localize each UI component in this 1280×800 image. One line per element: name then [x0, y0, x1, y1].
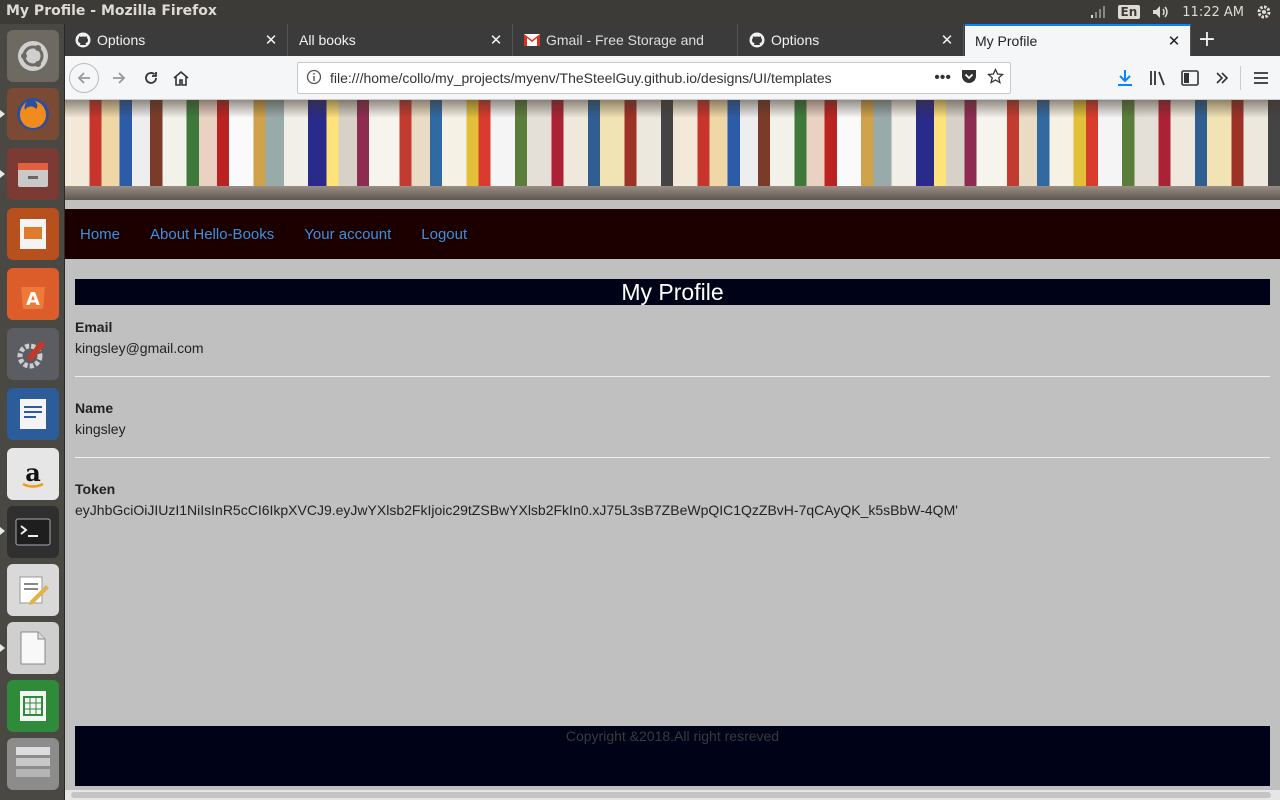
name-value: kingsley — [75, 421, 126, 437]
divider — [75, 457, 1270, 458]
back-button[interactable] — [69, 63, 99, 93]
token-field: Token eyJhbGciOiJIUzI1NiIsInR5cCI6IkpXVC… — [75, 479, 1270, 521]
name-field: Name kingsley — [75, 398, 1270, 440]
new-tab-button[interactable]: + — [1195, 28, 1219, 52]
terminal-icon[interactable] — [7, 506, 59, 558]
tab-all-books[interactable]: All books ✕ — [289, 24, 513, 56]
library-icon — [1150, 71, 1165, 86]
token-label: Token — [75, 481, 116, 497]
nav-link-logout[interactable]: Logout — [421, 226, 467, 243]
forward-button[interactable] — [103, 62, 135, 94]
chevron-double-right-icon — [1216, 72, 1229, 84]
horizontal-scrollbar[interactable] — [65, 790, 1280, 800]
token-value: eyJhbGciOiJIUzI1NiIsInR5cCI6IkpXVCJ9.eyJ… — [75, 502, 958, 518]
ubuntu-dash-icon[interactable] — [7, 30, 59, 82]
nav-link-home[interactable]: Home — [80, 226, 120, 243]
running-indicator — [0, 170, 5, 178]
tab-options-1[interactable]: Options ✕ — [65, 24, 288, 56]
system-top-panel: My Profile - Mozilla Firefox En 11:22 AM — [0, 0, 1280, 24]
svg-text:A: A — [26, 289, 40, 310]
amazon-icon[interactable]: a — [7, 448, 59, 500]
bookshelf-banner-image — [65, 100, 1280, 200]
url-bar[interactable]: file:///home/collo/my_projects/myenv/The… — [297, 62, 1011, 94]
library-button[interactable] — [1142, 62, 1174, 94]
keyboard-language-indicator[interactable]: En — [1117, 5, 1141, 19]
close-tab-icon[interactable]: ✕ — [486, 31, 506, 49]
web-page: Home About Hello-Books Your account Logo… — [65, 100, 1280, 800]
tab-label: All books — [299, 32, 356, 48]
close-tab-icon[interactable]: ✕ — [261, 31, 281, 49]
forward-arrow-icon — [113, 72, 126, 84]
page-title: My Profile — [75, 279, 1270, 305]
close-tab-icon[interactable]: ✕ — [1164, 32, 1184, 50]
banner-bookshelf-right — [672, 100, 1280, 200]
network-icon[interactable] — [1090, 5, 1106, 19]
hamburger-menu-button[interactable] — [1245, 62, 1277, 94]
nav-link-about[interactable]: About Hello-Books — [150, 226, 274, 243]
text-editor-icon[interactable] — [7, 564, 59, 616]
hamburger-menu-icon — [1254, 72, 1268, 84]
writer-icon[interactable] — [7, 388, 59, 440]
navigation-toolbar: file:///home/collo/my_projects/myenv/The… — [65, 56, 1280, 100]
back-arrow-icon — [77, 72, 90, 84]
tab-label: Options — [771, 32, 820, 48]
name-label: Name — [75, 400, 114, 416]
calc-icon[interactable] — [7, 680, 59, 732]
browser-window: Options ✕ All books ✕ Gmail - Free Stora… — [65, 24, 1280, 800]
pocket-icon[interactable] — [961, 69, 977, 87]
file-manager-icon[interactable] — [7, 148, 59, 200]
system-tray: En 11:22 AM — [1090, 0, 1280, 24]
unity-launcher: A a — [0, 24, 65, 800]
download-icon — [1118, 70, 1132, 86]
downloads-button[interactable] — [1109, 62, 1141, 94]
volume-icon[interactable] — [1152, 5, 1170, 19]
nav-link-account[interactable]: Your account — [304, 226, 391, 243]
bookmark-star-icon[interactable] — [986, 67, 1005, 88]
tab-my-profile[interactable]: My Profile ✕ — [965, 24, 1191, 56]
tab-gmail[interactable]: Gmail - Free Storage and — [514, 24, 738, 56]
sidebar-icon — [1181, 70, 1199, 86]
site-footer: Copyright &2018.All right resreved — [75, 726, 1270, 786]
reload-icon — [145, 72, 157, 84]
close-tab-icon[interactable]: ✕ — [937, 31, 957, 49]
document-viewer-icon[interactable] — [7, 622, 59, 674]
scrollbar-thumb[interactable] — [71, 792, 1271, 798]
site-navigation: Home About Hello-Books Your account Logo… — [65, 209, 1280, 259]
toolbar-separator — [1240, 66, 1241, 90]
divider — [75, 376, 1270, 377]
clock[interactable]: 11:22 AM — [1182, 5, 1244, 20]
overflow-menu-button[interactable] — [1206, 62, 1238, 94]
github-icon — [749, 32, 765, 48]
banner-bookshelf-left — [65, 100, 673, 200]
home-icon — [173, 70, 189, 86]
github-icon — [75, 32, 91, 48]
url-text[interactable]: file:///home/collo/my_projects/myenv/The… — [330, 70, 924, 86]
email-value: kingsley@gmail.com — [75, 340, 204, 356]
running-indicator — [0, 110, 5, 118]
settings-gear-icon[interactable] — [1256, 4, 1272, 20]
copyright-text: Copyright &2018.All right resreved — [565, 728, 780, 744]
system-settings-icon[interactable] — [7, 328, 59, 380]
tab-options-2[interactable]: Options ✕ — [739, 24, 964, 56]
workspace-switcher-icon[interactable] — [7, 738, 59, 790]
tab-label: My Profile — [975, 33, 1038, 49]
software-center-icon[interactable]: A — [7, 268, 59, 320]
page-info-icon[interactable] — [306, 69, 322, 88]
gmail-icon — [524, 32, 540, 48]
reload-button[interactable] — [135, 62, 167, 94]
email-field: Email kingsley@gmail.com — [75, 317, 1270, 359]
page-actions-icon[interactable]: ••• — [934, 69, 951, 87]
running-indicator — [0, 644, 5, 652]
running-indicator — [0, 527, 5, 535]
tab-strip: Options ✕ All books ✕ Gmail - Free Stora… — [65, 24, 1280, 56]
firefox-icon[interactable] — [7, 88, 59, 140]
window-title: My Profile - Mozilla Firefox — [6, 3, 217, 19]
sidebar-button[interactable] — [1174, 62, 1206, 94]
tab-label: Gmail - Free Storage and — [546, 32, 704, 48]
tab-label: Options — [97, 32, 146, 48]
svg-text:a: a — [25, 458, 41, 487]
email-label: Email — [75, 319, 113, 335]
impress-icon[interactable] — [7, 208, 59, 260]
home-button[interactable] — [165, 62, 197, 94]
